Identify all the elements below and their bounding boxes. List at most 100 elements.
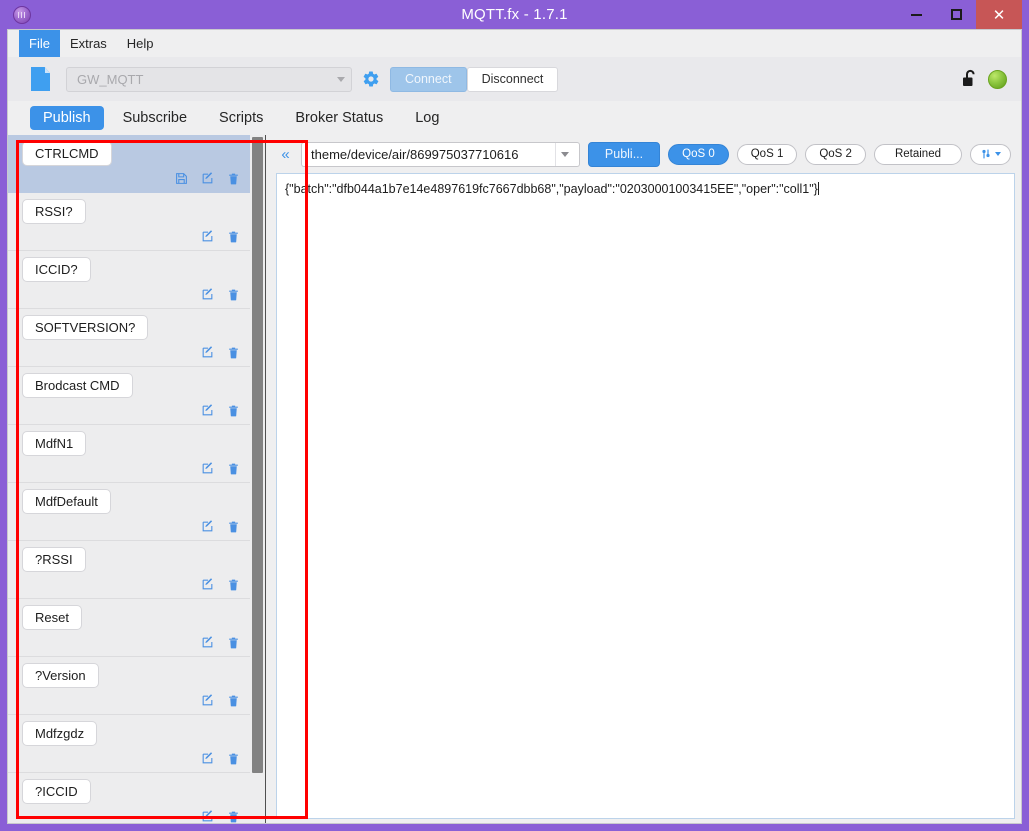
command-list-item[interactable]: ICCID? [8,251,250,309]
publish-button[interactable]: Publi... [587,141,661,167]
trash-delete-icon[interactable] [227,578,240,592]
command-actions [201,230,240,244]
edit-pencil-icon[interactable] [201,404,214,418]
command-actions [201,636,240,650]
scrollbar-thumb[interactable] [252,137,263,773]
trash-delete-icon[interactable] [227,520,240,534]
command-list-item[interactable]: Reset [8,599,250,657]
window-title: MQTT.fx - 1.7.1 [461,6,568,23]
command-label[interactable]: ?RSSI [22,547,86,572]
broker-profile-select[interactable]: GW_MQTT [66,66,352,92]
topic-input[interactable]: theme/device/air/869975037710616 [301,141,580,167]
command-label[interactable]: RSSI? [22,199,86,224]
qos-1-button[interactable]: QoS 1 [736,143,798,165]
edit-pencil-icon[interactable] [201,462,214,476]
command-list-item[interactable]: MdfDefault [8,483,250,541]
edit-pencil-icon[interactable] [201,288,214,302]
qos-2-button[interactable]: QoS 2 [805,143,866,165]
command-label[interactable]: Reset [22,605,82,630]
trash-delete-icon[interactable] [227,346,240,360]
command-actions [201,346,240,360]
edit-pencil-icon[interactable] [201,810,214,823]
menu-item-extras[interactable]: Extras [60,30,117,57]
trash-delete-icon[interactable] [227,404,240,418]
command-list-scrollbar[interactable] [250,135,265,823]
command-label[interactable]: MdfN1 [22,431,87,456]
unlocked-padlock-icon [962,69,979,89]
chevron-down-icon [561,151,570,157]
publish-toolbar: « theme/device/air/869975037710616 Publi… [266,135,1017,173]
trash-delete-icon[interactable] [227,230,240,244]
maximize-button[interactable] [936,0,976,29]
publish-options-gear-icon[interactable] [970,143,1011,165]
minimize-button[interactable] [896,0,936,29]
edit-pencil-icon[interactable] [201,752,214,766]
command-actions [201,462,240,476]
payload-text: {"batch":"dfb044a1b7e14e4897619fc7667dbb… [285,182,818,196]
trash-delete-icon[interactable] [227,462,240,476]
tab-scripts[interactable]: Scripts [206,106,276,130]
command-list[interactable]: CTRLCMD RSSI? ICCID? SOFTVERSION? Brodcast C… [8,135,250,823]
trash-delete-icon[interactable] [227,288,240,302]
topic-dropdown-button[interactable] [554,142,575,166]
command-list-item[interactable]: RSSI? [8,193,250,251]
edit-pencil-icon[interactable] [201,636,214,650]
trash-delete-icon[interactable] [227,810,240,823]
menu-item-help[interactable]: Help [117,30,164,57]
command-label[interactable]: Mdfzgdz [22,721,98,746]
command-list-item[interactable]: Mdfzgdz [8,715,250,773]
close-button[interactable]: ✕ [976,0,1022,29]
command-list-item[interactable]: ?Version [8,657,250,715]
edit-pencil-icon[interactable] [201,172,214,186]
edit-pencil-icon[interactable] [201,578,214,592]
main-tab-bar: Publish Subscribe Scripts Broker Status … [8,101,1021,135]
edit-pencil-icon[interactable] [201,694,214,708]
command-list-item[interactable]: Brodcast CMD [8,367,250,425]
payload-editor[interactable]: {"batch":"dfb044a1b7e14e4897619fc7667dbb… [276,173,1015,819]
command-list-item[interactable]: CTRLCMD [8,135,250,193]
command-actions [201,694,240,708]
edit-pencil-icon[interactable] [201,346,214,360]
command-list-item[interactable]: ?RSSI [8,541,250,599]
edit-pencil-icon[interactable] [201,520,214,534]
command-label[interactable]: ?ICCID [22,779,91,804]
topic-value: theme/device/air/869975037710616 [311,146,519,162]
collapse-left-chevrons-icon[interactable]: « [276,146,293,163]
menu-item-file[interactable]: File [19,30,60,57]
command-label[interactable]: CTRLCMD [22,141,112,166]
settings-gear-icon[interactable] [362,70,380,88]
command-label[interactable]: ?Version [22,663,99,688]
disconnect-button[interactable]: Disconnect [466,66,559,92]
text-caret [817,182,819,195]
tab-subscribe[interactable]: Subscribe [110,106,200,130]
command-list-item[interactable]: SOFTVERSION? [8,309,250,367]
command-actions [201,810,240,823]
command-label[interactable]: ICCID? [22,257,91,282]
tab-log[interactable]: Log [402,106,452,130]
new-file-icon[interactable] [31,67,50,91]
retained-toggle[interactable]: Retained [873,143,962,165]
trash-delete-icon[interactable] [227,694,240,708]
window-controls: ✕ [896,0,1022,29]
broker-profile-value: GW_MQTT [77,71,144,87]
command-actions [201,752,240,766]
command-label[interactable]: SOFTVERSION? [22,315,149,340]
qos-0-button[interactable]: QoS 0 [668,143,729,165]
save-icon[interactable] [175,172,188,186]
tab-broker-status[interactable]: Broker Status [282,106,396,130]
chevron-down-icon [995,152,1001,156]
command-label[interactable]: MdfDefault [22,489,111,514]
title-bar: MQTT.fx - 1.7.1 ✕ [7,0,1022,29]
command-list-item[interactable]: ?ICCID [8,773,250,823]
command-label[interactable]: Brodcast CMD [22,373,133,398]
edit-pencil-icon[interactable] [201,230,214,244]
command-actions [201,520,240,534]
client-area: File Extras Help GW_MQTT Connect Disconn… [7,29,1022,824]
trash-delete-icon[interactable] [227,636,240,650]
connect-button[interactable]: Connect [390,66,467,92]
trash-delete-icon[interactable] [227,752,240,766]
command-list-panel: CTRLCMD RSSI? ICCID? SOFTVERSION? Brodcast C… [8,135,266,823]
tab-publish[interactable]: Publish [30,106,104,130]
command-list-item[interactable]: MdfN1 [8,425,250,483]
trash-delete-icon[interactable] [227,172,240,186]
